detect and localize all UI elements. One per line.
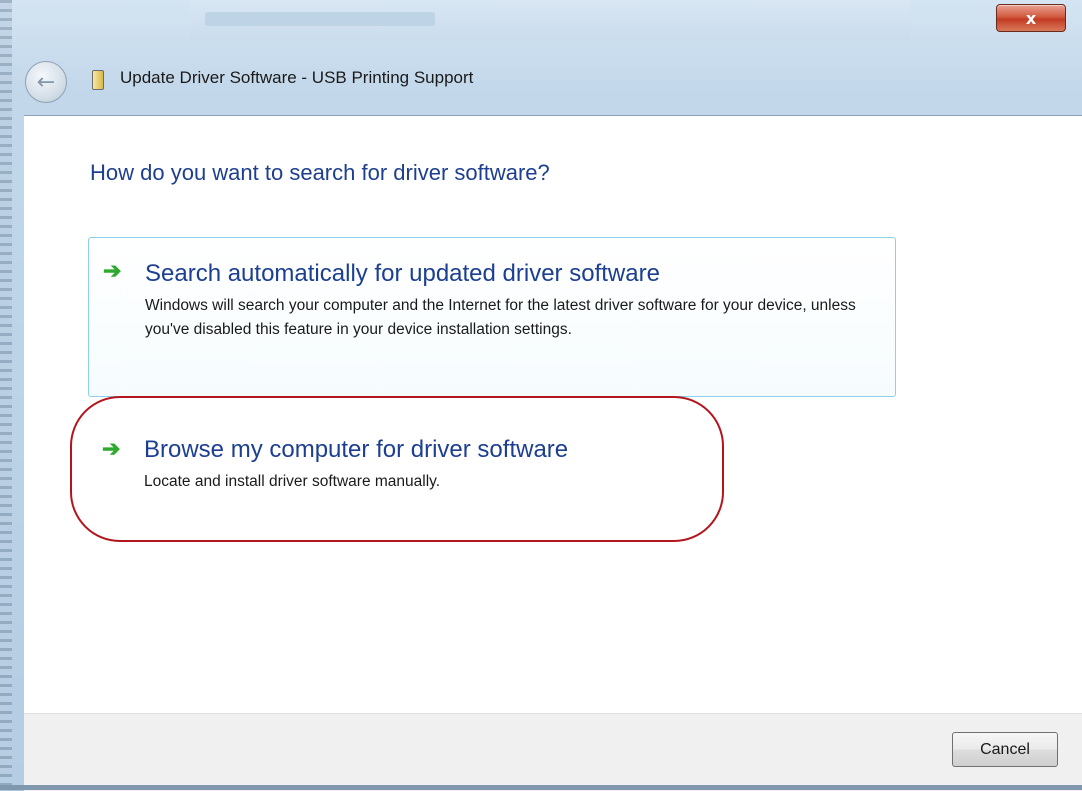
background-edge — [0, 0, 12, 790]
back-button[interactable]: ← — [25, 61, 67, 103]
option-description: Windows will search your computer and th… — [145, 297, 856, 338]
dialog-footer: Cancel — [24, 713, 1082, 791]
green-arrow-icon: ➔ — [103, 258, 122, 283]
cancel-button[interactable]: Cancel — [952, 732, 1058, 767]
green-arrow-icon: ➔ — [102, 436, 121, 461]
window-title: Update Driver Software - USB Printing Su… — [120, 68, 474, 87]
browse-computer-option[interactable]: ➔ Browse my computer for driver software… — [88, 416, 894, 526]
usb-device-icon — [92, 70, 104, 90]
background-window-title — [205, 12, 435, 26]
dialog-content: How do you want to search for driver sof… — [24, 115, 1082, 714]
option-title: Browse my computer for driver software — [144, 436, 569, 463]
search-automatically-option[interactable]: ➔ Search automatically for updated drive… — [88, 237, 896, 397]
back-arrow-icon: ← — [36, 69, 56, 95]
option-description: Locate and install driver software manua… — [144, 473, 441, 490]
close-button[interactable]: x — [996, 4, 1066, 32]
close-icon: x — [1025, 8, 1037, 28]
window-bottom-edge — [0, 785, 1082, 790]
page-heading: How do you want to search for driver sof… — [90, 160, 550, 185]
option-title: Search automatically for updated driver … — [145, 260, 660, 287]
